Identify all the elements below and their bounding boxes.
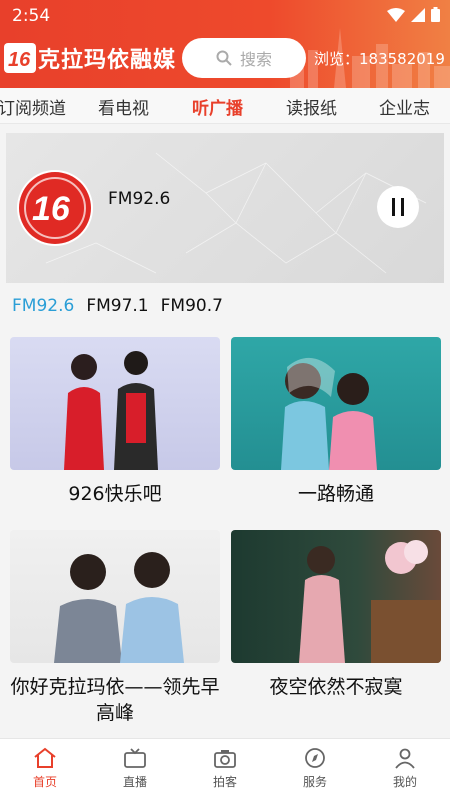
hosts-photo xyxy=(64,351,158,470)
radio-player: 16 FM92.6 xyxy=(6,133,444,283)
host-photo xyxy=(299,540,441,663)
nav-home-label: 首页 xyxy=(32,775,57,789)
compass-icon xyxy=(305,748,325,768)
station-logo-icon: 16 xyxy=(19,172,91,244)
program-card[interactable]: 926快乐吧 xyxy=(10,337,220,508)
program-image xyxy=(231,530,441,663)
program-title: 一路畅通 xyxy=(297,483,374,505)
program-image xyxy=(231,337,441,470)
freq-option[interactable]: FM97.1 xyxy=(86,296,148,316)
pause-icon xyxy=(392,198,395,216)
status-time: 2:54 xyxy=(12,6,51,26)
tab-tv[interactable]: 看电视 xyxy=(98,94,149,119)
tv-icon xyxy=(124,748,146,768)
search-placeholder: 搜索 xyxy=(239,50,272,69)
program-title: 926快乐吧 xyxy=(68,483,162,505)
freq-option[interactable]: FM90.7 xyxy=(161,296,223,316)
view-count: 浏览：183582019 xyxy=(314,50,445,68)
wifi-icon xyxy=(387,7,405,22)
nav-service[interactable]: 服务 xyxy=(285,747,345,790)
program-card[interactable]: 你好克拉玛依——领先早高峰 xyxy=(10,530,220,726)
channel-tabs: 订阅频道 看电视 听广播 读报纸 企业志 xyxy=(0,88,450,124)
status-bar: 2:54 xyxy=(0,0,450,32)
program-title: 夜空依然不寂寞 xyxy=(269,676,403,698)
tab-subscribe[interactable]: 订阅频道 xyxy=(0,94,66,119)
camera-icon xyxy=(214,750,236,768)
user-icon xyxy=(395,748,415,769)
station-artwork: 16 xyxy=(17,170,93,246)
nav-photo[interactable]: 拍客 xyxy=(195,747,255,790)
tab-newspaper[interactable]: 读报纸 xyxy=(286,94,337,119)
tab-enterprise[interactable]: 企业志 xyxy=(379,94,430,119)
nav-home[interactable]: 首页 xyxy=(15,747,75,790)
program-title: 你好克拉玛依——领先早高峰 xyxy=(10,676,220,724)
battery-icon xyxy=(431,7,440,22)
home-icon xyxy=(34,747,56,768)
nav-mine-label: 我的 xyxy=(392,775,417,789)
program-image xyxy=(10,530,220,663)
freq-option[interactable]: FM92.6 xyxy=(12,296,74,316)
search-icon xyxy=(216,50,232,66)
bottom-navigation: 首页 直播 拍客 服务 我的 xyxy=(0,738,450,800)
nav-service-label: 服务 xyxy=(302,775,327,789)
nav-live[interactable]: 直播 xyxy=(105,747,165,790)
search-bar[interactable]: 搜索 xyxy=(182,38,306,78)
app-logo: 16 克拉玛依融媒 xyxy=(4,42,176,74)
svg-text:16: 16 xyxy=(8,49,31,71)
tab-radio[interactable]: 听广播 xyxy=(192,94,243,119)
program-card[interactable]: 一路畅通 xyxy=(231,337,441,508)
signal-icon xyxy=(411,7,425,22)
nav-live-label: 直播 xyxy=(122,775,147,789)
nav-photo-label: 拍客 xyxy=(212,775,237,789)
program-card[interactable]: 夜空依然不寂寞 xyxy=(231,530,441,701)
app-header: 2:54 16 克拉玛依融媒 搜索 浏览：183582019 xyxy=(0,0,450,88)
logo-mark-icon: 16 xyxy=(4,43,36,73)
logo-text: 克拉玛依融媒 xyxy=(38,48,177,73)
hosts-photo xyxy=(54,552,184,663)
program-image xyxy=(10,337,220,470)
now-playing-title: FM92.6 xyxy=(108,189,171,209)
nav-mine[interactable]: 我的 xyxy=(375,747,435,790)
frequency-selector: FM92.6 FM97.1 FM90.7 xyxy=(12,296,223,316)
svg-text:16: 16 xyxy=(32,190,71,228)
pause-button[interactable] xyxy=(377,186,419,228)
hosts-photo xyxy=(281,357,377,470)
